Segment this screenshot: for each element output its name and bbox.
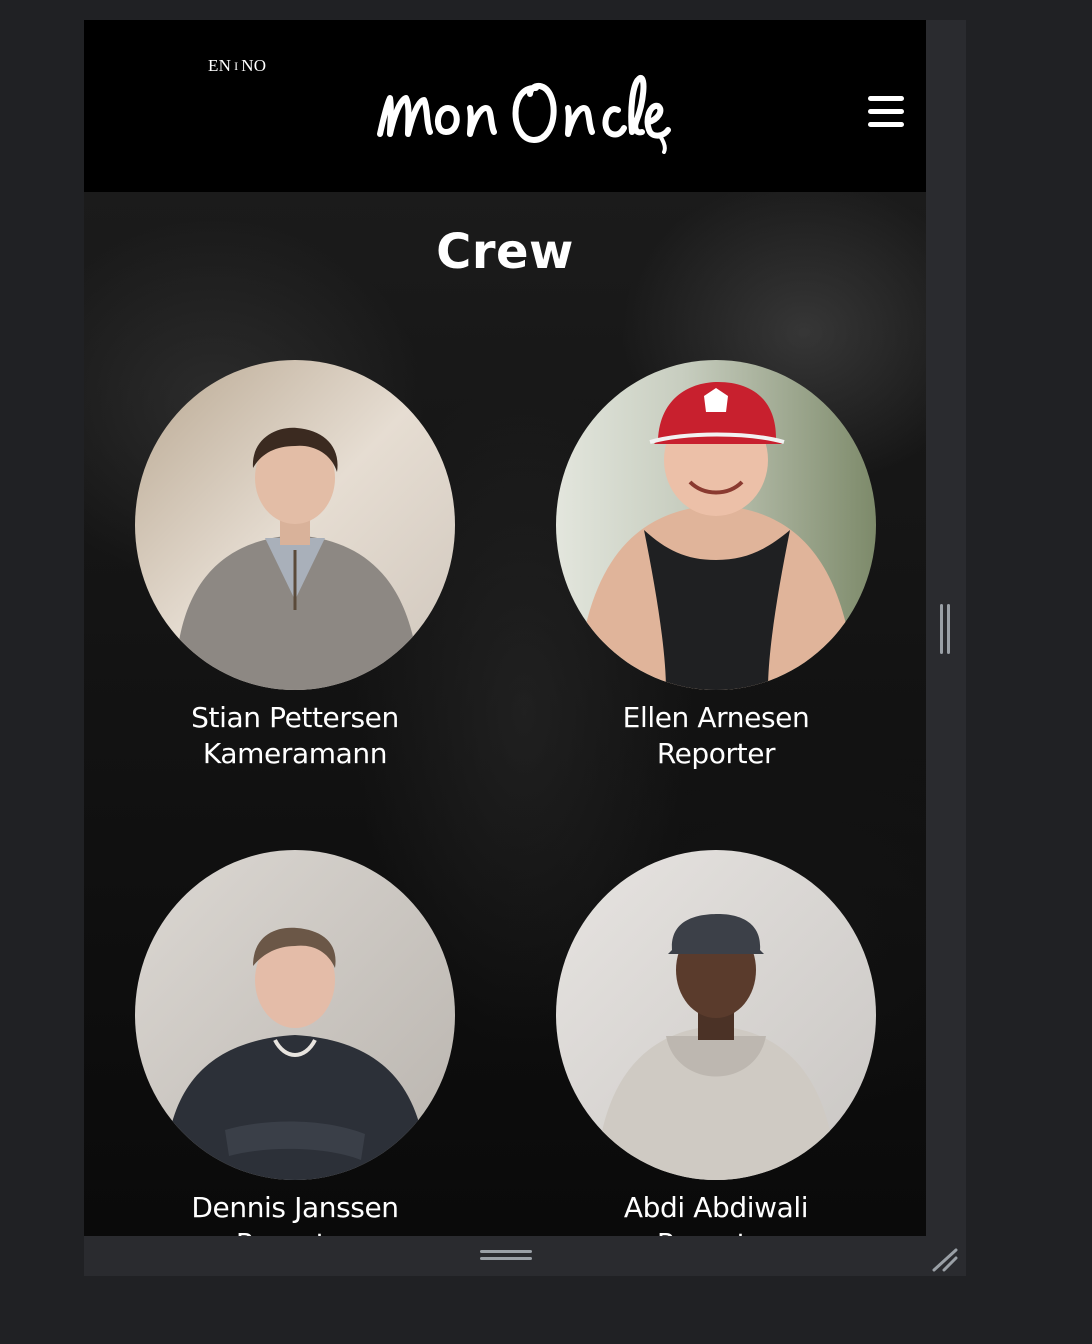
crew-role: Reporter [135, 1226, 455, 1236]
lang-separator: I [234, 59, 239, 73]
crew-card[interactable]: Ellen Arnesen Reporter [556, 360, 876, 772]
device-frame: EN I NO Crew Stian Pettersen Kameramann … [84, 20, 966, 1276]
bottom-resize-handle[interactable] [480, 1250, 532, 1262]
crew-name: Ellen Arnesen [622, 701, 810, 734]
crew-card[interactable]: Dennis Janssen Reporter [135, 850, 455, 1236]
site-logo[interactable] [374, 72, 674, 154]
crew-role: Reporter [556, 1226, 876, 1236]
crew-role: Kameramann [202, 737, 388, 770]
crew-photo [135, 850, 455, 1180]
corner-resize-icon[interactable] [930, 1244, 960, 1272]
crew-role: Reporter [656, 737, 776, 770]
page-viewport[interactable]: EN I NO Crew Stian Pettersen Kameramann … [84, 20, 926, 1236]
crew-photo [556, 850, 876, 1180]
hamburger-menu-icon[interactable] [868, 96, 904, 128]
crew-card[interactable]: Stian Pettersen Kameramann [135, 360, 455, 772]
bottom-bar [84, 1236, 966, 1276]
site-header: EN I NO [84, 20, 926, 192]
crew-name: Stian Pettersen [191, 701, 399, 734]
lang-en-link[interactable]: EN [208, 56, 231, 75]
crew-photo [556, 360, 876, 690]
crew-name: Dennis Janssen [191, 1191, 399, 1224]
crew-name: Abdi Abdiwali [623, 1191, 809, 1224]
side-resize-handle[interactable] [940, 604, 950, 654]
page-title: Crew [436, 224, 574, 280]
crew-section: Crew Stian Pettersen Kameramann Ellen Ar… [84, 192, 926, 1236]
crew-card[interactable]: Abdi Abdiwali Reporter [556, 850, 876, 1236]
crew-photo [135, 360, 455, 690]
lang-no-link[interactable]: NO [241, 56, 266, 75]
language-switcher: EN I NO [208, 56, 266, 76]
